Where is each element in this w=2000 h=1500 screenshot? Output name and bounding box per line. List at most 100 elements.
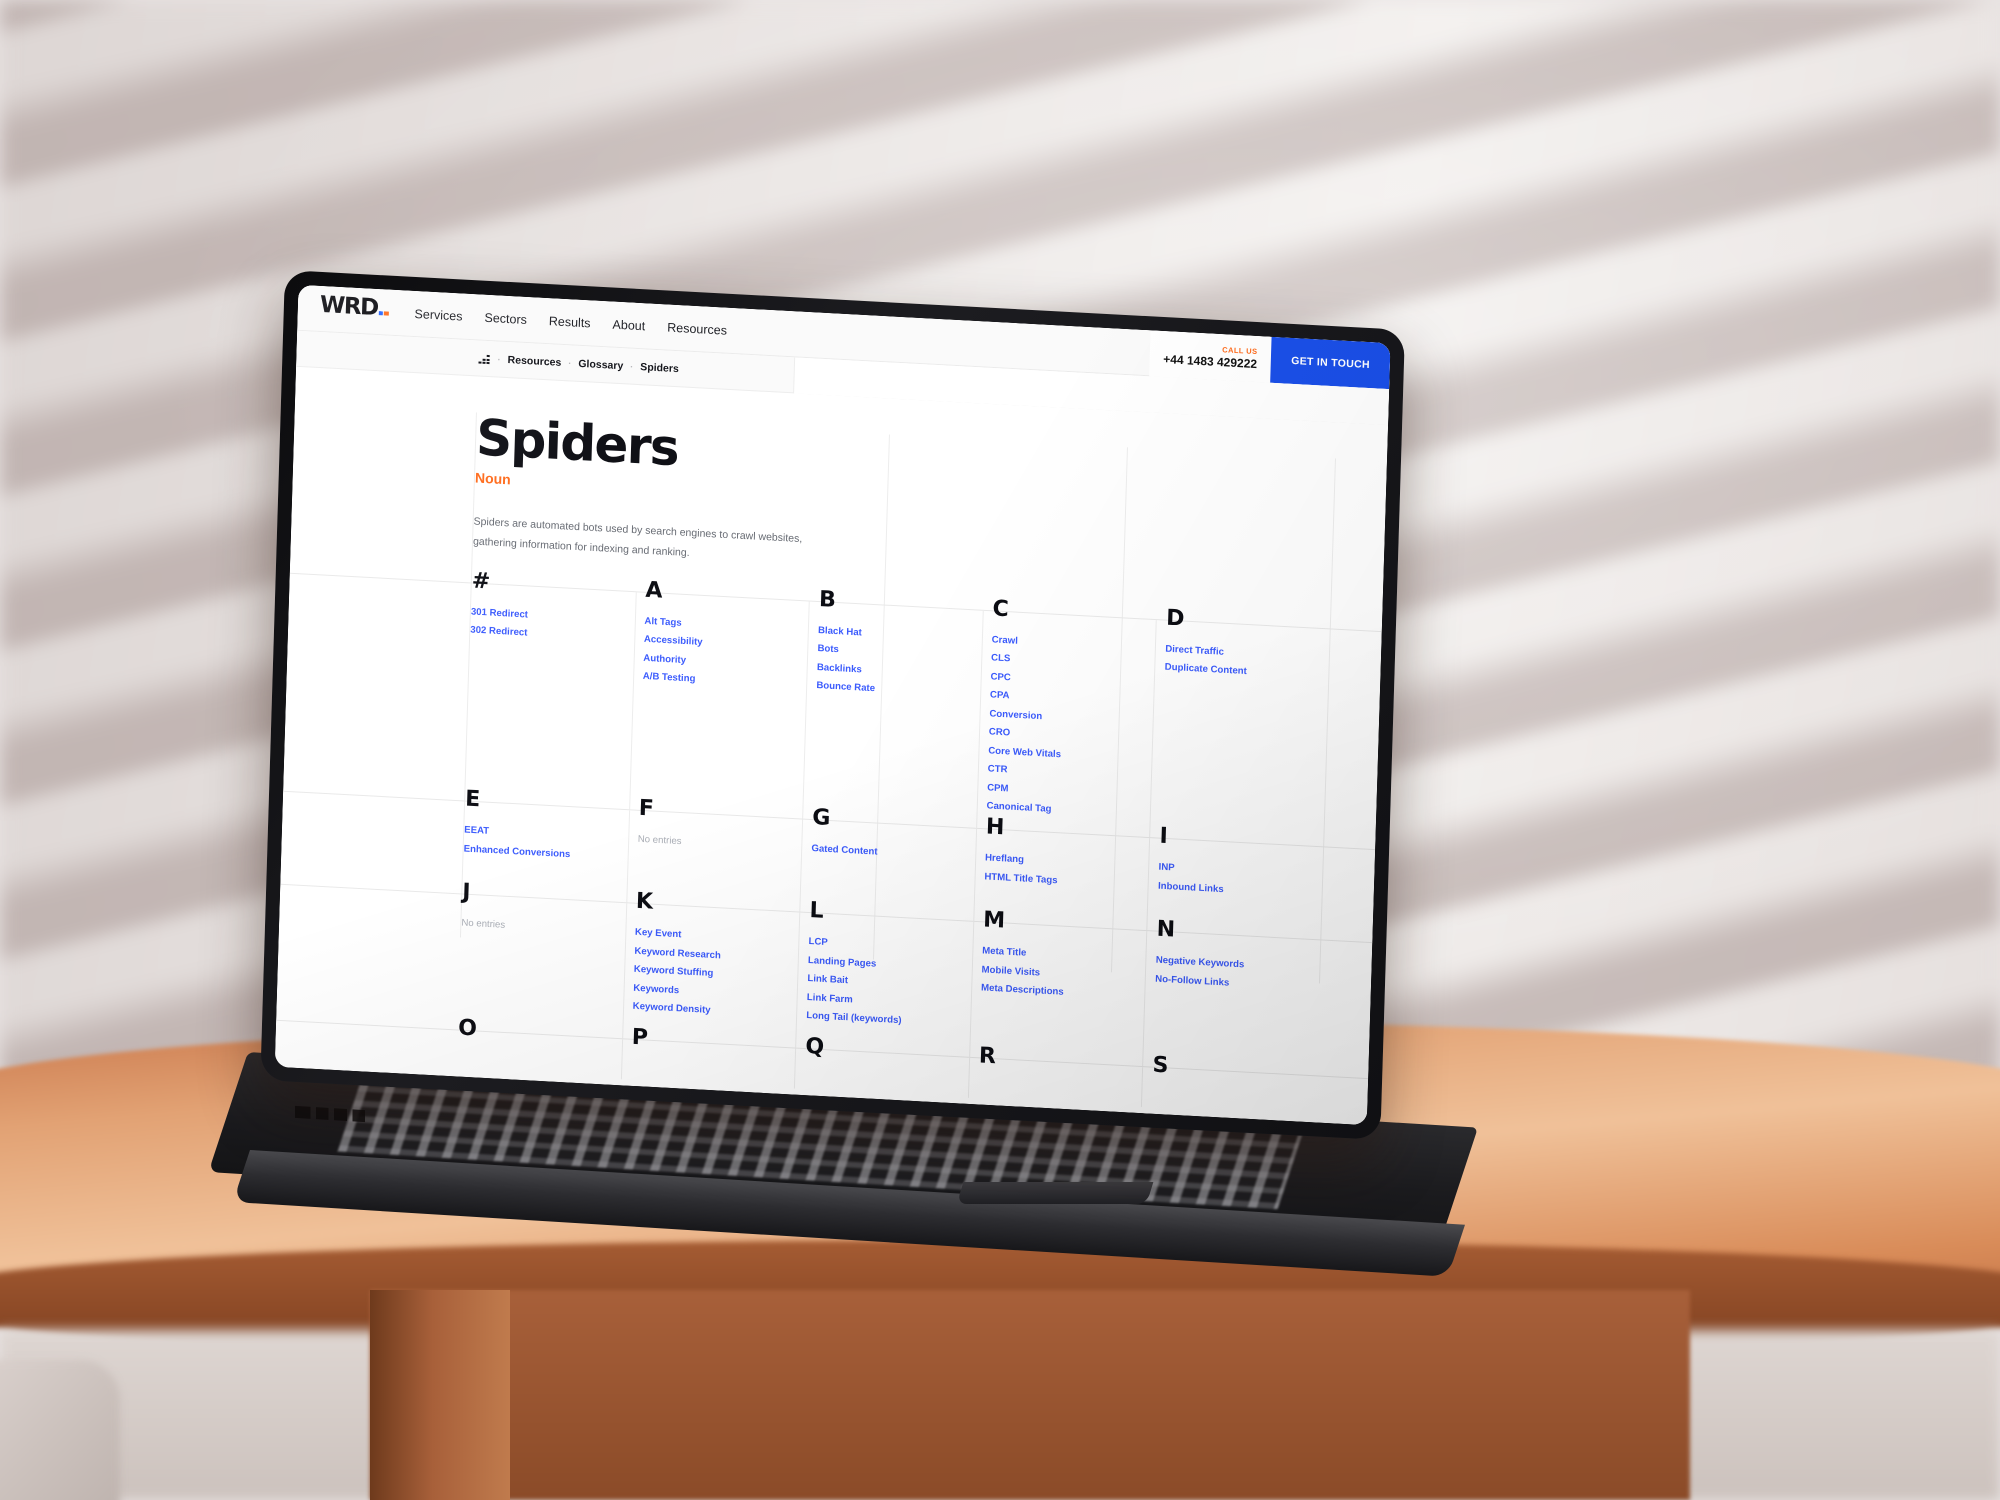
glossary-term[interactable]: 301 Redirect: [471, 606, 645, 627]
glossary-term-list: Meta Title Mobile Visits Meta Descriptio…: [981, 946, 1156, 1004]
glossary-term[interactable]: INP: [1158, 862, 1332, 883]
glossary-term[interactable]: CPC: [990, 671, 1164, 692]
glossary-group-l: L LCP Landing Pages Link Bait Link Farm …: [805, 898, 983, 1057]
call-us-label: CALL US: [1222, 345, 1258, 357]
breadcrumb-item-resources[interactable]: Resources: [507, 354, 561, 369]
glossary-term[interactable]: Gated Content: [811, 843, 985, 864]
glossary-term[interactable]: Bounce Rate: [816, 680, 990, 701]
glossary-term[interactable]: Enhanced Conversions: [463, 843, 637, 864]
glossary-term[interactable]: Inbound Links: [1158, 880, 1332, 901]
call-us-block[interactable]: CALL US +44 1483 429222: [1148, 330, 1272, 383]
glossary-term[interactable]: Link Farm: [807, 992, 981, 1013]
glossary-term-list: Direct Traffic Duplicate Content: [1165, 644, 1340, 684]
glossary-term-list: Key Event Keyword Research Keyword Stuff…: [633, 927, 809, 1022]
glossary-term-list: Crawl CLS CPC CPA Conversion CRO Core We…: [986, 634, 1165, 822]
glossary-term[interactable]: Meta Title: [982, 946, 1156, 967]
glossary-group-p: P: [630, 1025, 805, 1089]
glossary-index: # 301 Redirect 302 Redirect A Alt Tags A…: [274, 568, 1382, 1120]
glossary-group-j: J No entries: [458, 880, 636, 1039]
breadcrumb-item-current: Spiders: [640, 361, 679, 376]
glossary-term-list: Alt Tags Accessibility Authority A/B Tes…: [643, 616, 819, 693]
glossary-term-list: INP Inbound Links: [1158, 862, 1333, 902]
laptop-mockup: WRD Services Sectors Results About Resou…: [0, 0, 2000, 1500]
glossary-group-a: A Alt Tags Accessibility Authority A/B T…: [639, 578, 819, 820]
glossary-term[interactable]: Key Event: [635, 927, 809, 948]
glossary-term[interactable]: Meta Descriptions: [981, 983, 1155, 1004]
glossary-term[interactable]: Long Tail (keywords): [806, 1010, 980, 1031]
glossary-group-b: B Black Hat Bots Backlinks Bounce Rate: [812, 587, 992, 829]
laptop-screen-bezel: WRD Services Sectors Results About Resou…: [260, 270, 1405, 1140]
glossary-term[interactable]: Core Web Vitals: [988, 745, 1162, 766]
home-grid-icon[interactable]: [478, 353, 490, 365]
glossary-group-m: M Meta Title Mobile Visits Meta Descript…: [979, 908, 1157, 1067]
glossary-term[interactable]: Backlinks: [817, 662, 991, 683]
glossary-term[interactable]: CPA: [990, 690, 1164, 711]
term-description: Spiders are automated bots used by searc…: [472, 515, 803, 560]
glossary-term-list: Hreflang HTML Title Tags: [984, 853, 1159, 893]
glossary-term[interactable]: CTR: [988, 764, 1162, 785]
glossary-group-d: D Direct Traffic Duplicate Content: [1160, 606, 1340, 848]
browser-viewport: WRD Services Sectors Results About Resou…: [274, 284, 1391, 1126]
glossary-term[interactable]: CPM: [987, 782, 1161, 803]
glossary-term[interactable]: CLS: [991, 653, 1165, 674]
glossary-term-list: 301 Redirect 302 Redirect: [470, 606, 645, 646]
glossary-term-list: Black Hat Bots Backlinks Bounce Rate: [816, 625, 992, 702]
glossary-term[interactable]: Negative Keywords: [1156, 955, 1330, 976]
glossary-group-hash: # 301 Redirect 302 Redirect: [465, 568, 645, 810]
nav-item-services[interactable]: Services: [414, 306, 462, 323]
logo-text: WRD: [319, 291, 379, 321]
logo-orange-accent-icon: [383, 310, 389, 316]
laptop-lid-notch: [956, 1182, 1154, 1204]
glossary-group-r: R: [978, 1044, 1153, 1108]
breadcrumb-separator: ·: [568, 358, 572, 369]
glossary-term[interactable]: Keyword Research: [634, 946, 808, 967]
logo-blue-accent-icon: [378, 310, 383, 315]
glossary-term[interactable]: Conversion: [989, 708, 1163, 729]
glossary-group-c: C Crawl CLS CPC CPA Conversion CRO Core …: [986, 596, 1166, 838]
glossary-group-n: N Negative Keywords No-Follow Links: [1153, 917, 1331, 1076]
glossary-term[interactable]: HTML Title Tags: [984, 871, 1158, 892]
glossary-group-k: K Key Event Keyword Research Keyword Stu…: [632, 889, 810, 1048]
glossary-term[interactable]: Crawl: [991, 634, 1165, 655]
nav-item-resources[interactable]: Resources: [667, 320, 727, 337]
glossary-term[interactable]: Landing Pages: [808, 955, 982, 976]
glossary-term[interactable]: No-Follow Links: [1155, 973, 1329, 994]
glossary-group-s: S: [1151, 1053, 1326, 1117]
glossary-term[interactable]: EEAT: [464, 825, 638, 846]
glossary-term[interactable]: Hreflang: [985, 853, 1159, 874]
nav-item-sectors[interactable]: Sectors: [484, 310, 527, 326]
nav-item-about[interactable]: About: [612, 317, 645, 333]
glossary-term-list: EEAT Enhanced Conversions: [463, 825, 638, 865]
glossary-term[interactable]: Duplicate Content: [1165, 662, 1339, 683]
glossary-term-list: Gated Content: [811, 843, 985, 864]
glossary-term[interactable]: LCP: [808, 936, 982, 957]
glossary-term[interactable]: Alt Tags: [644, 616, 818, 637]
nav-item-results[interactable]: Results: [549, 314, 591, 330]
glossary-term[interactable]: Link Bait: [807, 973, 981, 994]
glossary-term[interactable]: Authority: [643, 653, 817, 674]
glossary-term[interactable]: Bots: [817, 643, 991, 664]
main-navigation: Services Sectors Results About Resources: [414, 306, 727, 337]
glossary-term[interactable]: 302 Redirect: [470, 625, 644, 646]
glossary-term-list: LCP Landing Pages Link Bait Link Farm Lo…: [806, 936, 982, 1031]
glossary-term-list: Negative Keywords No-Follow Links: [1155, 955, 1330, 995]
glossary-term[interactable]: Keywords: [633, 983, 807, 1004]
glossary-term[interactable]: Accessibility: [644, 634, 818, 655]
glossary-group-o: O: [457, 1016, 632, 1080]
glossary-term[interactable]: Mobile Visits: [981, 964, 1155, 985]
breadcrumb-item-glossary[interactable]: Glossary: [578, 358, 623, 372]
glossary-group-q: Q: [804, 1034, 979, 1098]
glossary-term[interactable]: Black Hat: [818, 625, 992, 646]
glossary-term[interactable]: Direct Traffic: [1165, 644, 1339, 665]
glossary-term[interactable]: Keyword Density: [633, 1001, 807, 1022]
screen-inner: WRD Services Sectors Results About Resou…: [274, 284, 1391, 1126]
glossary-term[interactable]: Keyword Stuffing: [634, 964, 808, 985]
get-in-touch-button[interactable]: GET IN TOUCH: [1270, 336, 1391, 390]
breadcrumb-separator: ·: [630, 361, 634, 372]
wrd-logo[interactable]: WRD: [319, 291, 389, 329]
glossary-term[interactable]: A/B Testing: [643, 671, 817, 692]
glossary-term[interactable]: CRO: [989, 727, 1163, 748]
glossary-empty-label: No entries: [461, 917, 506, 932]
glossary-empty-label: No entries: [637, 834, 682, 848]
website: WRD Services Sectors Results About Resou…: [274, 284, 1391, 1126]
